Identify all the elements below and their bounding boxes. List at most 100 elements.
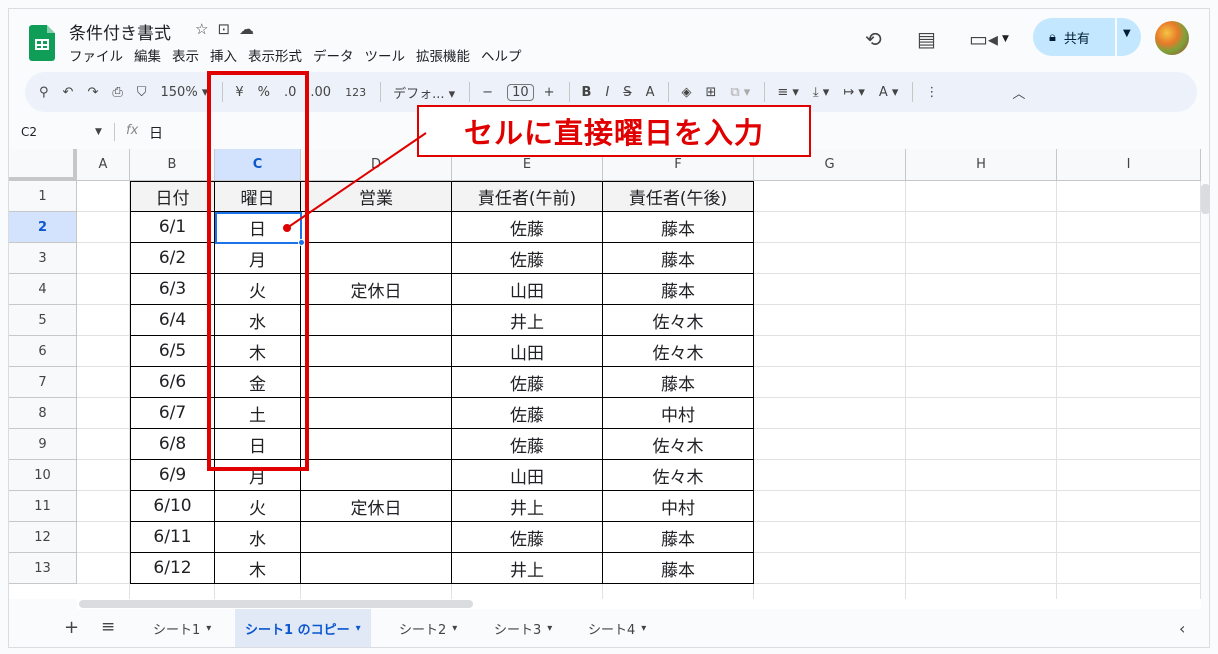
column-header-H[interactable]: H [906,149,1057,181]
add-sheet-icon[interactable]: + [64,617,79,638]
cell-H1[interactable] [906,181,1057,212]
cell-E13[interactable]: 井上 [452,553,603,584]
row-header-8[interactable]: 8 [9,398,77,429]
text-wrapping-icon[interactable]: ↦ ▾ [843,85,865,100]
cell-B7[interactable]: 6/6 [130,367,215,398]
name-box[interactable]: C2 [21,125,37,139]
merge-cells-icon[interactable]: ⧉ ▾ [730,85,750,100]
cell-G12[interactable] [754,522,906,553]
italic-icon[interactable]: I [605,85,609,100]
sheet-tab-0[interactable]: シート1 ▾ [143,609,221,647]
cell-D13[interactable] [301,553,452,584]
cell-B3[interactable]: 6/2 [130,243,215,274]
cell-B9[interactable]: 6/8 [130,429,215,460]
cell-I10[interactable] [1057,460,1201,491]
cell-I11[interactable] [1057,491,1201,522]
cell-G11[interactable] [754,491,906,522]
cell-A8[interactable] [77,398,130,429]
cell-I1[interactable] [1057,181,1201,212]
menu-item-7[interactable]: 拡張機能 [416,45,470,65]
column-header-A[interactable]: A [77,149,130,181]
row-header-13[interactable]: 13 [9,553,77,584]
cell-G14[interactable] [754,584,906,599]
cell-H14[interactable] [906,584,1057,599]
cell-D2[interactable] [301,212,452,243]
scroll-tabs-left-icon[interactable]: ‹ [1179,619,1185,638]
cell-F5[interactable]: 佐々木 [603,305,754,336]
font-select[interactable]: デフォ... ▾ [393,83,455,102]
cell-F11[interactable]: 中村 [603,491,754,522]
cell-D9[interactable] [301,429,452,460]
cell-B13[interactable]: 6/12 [130,553,215,584]
cell-E9[interactable]: 佐藤 [452,429,603,460]
cell-F12[interactable]: 藤本 [603,522,754,553]
font-size-input[interactable]: 10 [507,83,534,101]
cell-I5[interactable] [1057,305,1201,336]
cell-A7[interactable] [77,367,130,398]
cell-I6[interactable] [1057,336,1201,367]
cell-H2[interactable] [906,212,1057,243]
print-icon[interactable]: ⎙ [112,85,122,100]
cell-C12[interactable]: 水 [215,522,301,553]
cell-H10[interactable] [906,460,1057,491]
redo-icon[interactable]: ↷ [87,85,98,100]
cell-I7[interactable] [1057,367,1201,398]
name-box-dropdown-icon[interactable]: ▼ [95,127,102,137]
horizontal-scrollbar[interactable] [79,600,473,608]
menu-item-6[interactable]: ツール [365,45,406,65]
text-rotation-icon[interactable]: A ▾ [879,85,899,100]
cell-D12[interactable] [301,522,452,553]
cell-D6[interactable] [301,336,452,367]
cell-G8[interactable] [754,398,906,429]
cell-I12[interactable] [1057,522,1201,553]
cell-I4[interactable] [1057,274,1201,305]
cell-F13[interactable]: 藤本 [603,553,754,584]
more-options-icon[interactable]: ⋮ [925,85,938,100]
row-header-12[interactable]: 12 [9,522,77,553]
paint-format-icon[interactable]: ⛉ [137,85,147,100]
star-icon[interactable]: ☆ [195,20,217,38]
sheet-tab-1[interactable]: シート1 のコピー ▾ [235,609,371,647]
sheet-tab-menu-icon[interactable]: ▾ [356,623,361,634]
cell-I2[interactable] [1057,212,1201,243]
cell-H11[interactable] [906,491,1057,522]
cell-D5[interactable] [301,305,452,336]
cell-A11[interactable] [77,491,130,522]
cell-A14[interactable] [77,584,130,599]
row-header-3[interactable]: 3 [9,243,77,274]
menu-item-0[interactable]: ファイル [69,45,123,65]
cell-D14[interactable] [301,584,452,599]
move-folder-icon[interactable]: ⊡ [217,20,239,38]
cell-H7[interactable] [906,367,1057,398]
row-header-11[interactable]: 11 [9,491,77,522]
cell-D10[interactable] [301,460,452,491]
cell-H9[interactable] [906,429,1057,460]
cell-E1[interactable]: 責任者(午前) [452,181,603,212]
row-header-6[interactable]: 6 [9,336,77,367]
horizontal-align-icon[interactable]: ≡ ▾ [777,85,799,100]
cell-G5[interactable] [754,305,906,336]
share-button[interactable]: 🔒︎ 共有 ▼ [1033,18,1141,56]
cell-I13[interactable] [1057,553,1201,584]
cell-A3[interactable] [77,243,130,274]
all-sheets-icon[interactable]: ≡ [101,617,115,637]
cell-E3[interactable]: 佐藤 [452,243,603,274]
cell-E4[interactable]: 山田 [452,274,603,305]
cell-B1[interactable]: 日付 [130,181,215,212]
cell-F2[interactable]: 藤本 [603,212,754,243]
cell-F9[interactable]: 佐々木 [603,429,754,460]
cell-E7[interactable]: 佐藤 [452,367,603,398]
row-header-4[interactable]: 4 [9,274,77,305]
cell-D1[interactable]: 営業 [301,181,452,212]
cell-H13[interactable] [906,553,1057,584]
cell-G9[interactable] [754,429,906,460]
menu-item-1[interactable]: 編集 [134,45,161,65]
cell-C13[interactable]: 木 [215,553,301,584]
cell-D8[interactable] [301,398,452,429]
menu-item-4[interactable]: 表示形式 [248,45,302,65]
row-header-7[interactable]: 7 [9,367,77,398]
cell-F6[interactable]: 佐々木 [603,336,754,367]
cell-F14[interactable] [603,584,754,599]
cell-A13[interactable] [77,553,130,584]
cell-C11[interactable]: 火 [215,491,301,522]
